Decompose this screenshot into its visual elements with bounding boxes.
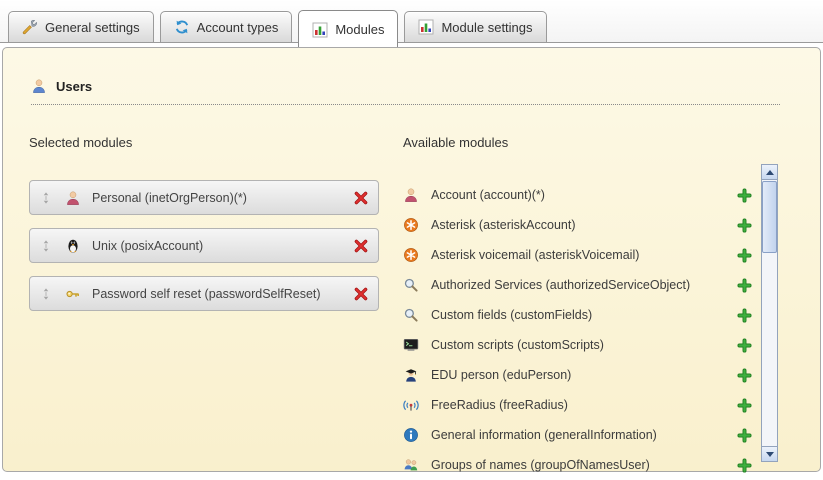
- drag-handle-icon[interactable]: [39, 287, 53, 301]
- scrollbar[interactable]: [761, 164, 778, 462]
- selected-module-row[interactable]: Password self reset (passwordSelfReset): [29, 276, 379, 311]
- module-label: Personal (inetOrgPerson)(*): [92, 191, 353, 205]
- add-icon[interactable]: [737, 218, 752, 233]
- available-module-row: EDU person (eduPerson): [403, 360, 752, 390]
- add-icon[interactable]: [737, 338, 752, 353]
- drag-handle-icon[interactable]: [39, 239, 53, 253]
- selected-module-row[interactable]: Personal (inetOrgPerson)(*): [29, 180, 379, 215]
- add-icon[interactable]: [737, 278, 752, 293]
- tools-icon: [22, 19, 38, 35]
- available-module-row: Asterisk (asteriskAccount): [403, 210, 752, 240]
- page: General settings Account types Modules M…: [0, 0, 823, 474]
- available-module-row: Custom fields (customFields): [403, 300, 752, 330]
- asterisk-icon: [403, 247, 419, 263]
- selected-modules-column: Selected modules Personal (inetOrgPerson…: [29, 119, 379, 480]
- magnifier-icon: [403, 277, 419, 293]
- tab[interactable]: General settings: [8, 11, 154, 42]
- key-icon: [65, 286, 81, 302]
- module-label: Authorized Services (authorizedServiceOb…: [431, 278, 737, 292]
- tab-divider: [0, 42, 823, 43]
- tab-bar: General settings Account types Modules M…: [0, 0, 823, 42]
- available-module-row: FreeRadius (freeRadius): [403, 390, 752, 420]
- available-modules-heading: Available modules: [403, 135, 794, 150]
- selected-module-row[interactable]: Unix (posixAccount): [29, 228, 379, 263]
- module-label: Asterisk (asteriskAccount): [431, 218, 737, 232]
- available-modules-list: Account (account)(*) Asterisk (asteriskA…: [403, 180, 794, 480]
- module-label: Account (account)(*): [431, 188, 737, 202]
- account-type-header: Users: [31, 78, 780, 105]
- sync-icon: [174, 19, 190, 35]
- add-icon[interactable]: [737, 188, 752, 203]
- module-label: Asterisk voicemail (asteriskVoicemail): [431, 248, 737, 262]
- delete-icon[interactable]: [353, 238, 369, 254]
- module-label: Unix (posixAccount): [92, 239, 353, 253]
- delete-icon[interactable]: [353, 190, 369, 206]
- add-icon[interactable]: [737, 458, 752, 473]
- add-icon[interactable]: [737, 248, 752, 263]
- asterisk-icon: [403, 217, 419, 233]
- add-icon[interactable]: [737, 398, 752, 413]
- content-panel: Users Selected modules Personal (inetOrg…: [2, 47, 821, 472]
- tab-label: Module settings: [441, 20, 532, 35]
- module-label: General information (generalInformation): [431, 428, 737, 442]
- user-blue-icon: [31, 78, 47, 94]
- module-label: EDU person (eduPerson): [431, 368, 737, 382]
- add-icon[interactable]: [737, 368, 752, 383]
- arrow-down-icon: [766, 452, 774, 457]
- module-label: Custom fields (customFields): [431, 308, 737, 322]
- group-icon: [403, 457, 419, 473]
- scrollbar-track[interactable]: [762, 180, 777, 446]
- module-columns: Selected modules Personal (inetOrgPerson…: [29, 119, 794, 480]
- module-label: Custom scripts (customScripts): [431, 338, 737, 352]
- magnifier-icon: [403, 307, 419, 323]
- arrow-up-icon: [766, 170, 774, 175]
- chart-icon: [418, 19, 434, 35]
- panel-content: Users Selected modules Personal (inetOrg…: [3, 78, 820, 480]
- scroll-up-button[interactable]: [762, 165, 777, 180]
- section-title: Users: [56, 79, 92, 94]
- tab[interactable]: Modules: [298, 10, 398, 48]
- module-label: Password self reset (passwordSelfReset): [92, 287, 353, 301]
- tux-icon: [65, 238, 81, 254]
- selected-modules-list: Personal (inetOrgPerson)(*) Unix (posixA…: [29, 180, 379, 311]
- scrollbar-thumb[interactable]: [762, 181, 777, 253]
- delete-icon[interactable]: [353, 286, 369, 302]
- chart-icon: [312, 22, 328, 38]
- available-modules-column: Available modules Account (account)(*) A…: [403, 119, 794, 480]
- available-module-row: Account (account)(*): [403, 180, 752, 210]
- tab-label: Account types: [197, 20, 279, 35]
- selected-modules-heading: Selected modules: [29, 135, 379, 150]
- scroll-down-button[interactable]: [762, 446, 777, 461]
- available-module-row: General information (generalInformation): [403, 420, 752, 450]
- antenna-icon: [403, 397, 419, 413]
- terminal-icon: [403, 337, 419, 353]
- tab-label: Modules: [335, 22, 384, 37]
- tab[interactable]: Account types: [160, 11, 293, 42]
- drag-handle-icon[interactable]: [39, 191, 53, 205]
- add-icon[interactable]: [737, 428, 752, 443]
- module-label: FreeRadius (freeRadius): [431, 398, 737, 412]
- user-red-icon: [65, 190, 81, 206]
- add-icon[interactable]: [737, 308, 752, 323]
- user-red-icon: [403, 187, 419, 203]
- info-icon: [403, 427, 419, 443]
- available-module-row: Groups of names (groupOfNamesUser): [403, 450, 752, 480]
- tab-label: General settings: [45, 20, 140, 35]
- tab[interactable]: Module settings: [404, 11, 546, 42]
- available-module-row: Asterisk voicemail (asteriskVoicemail): [403, 240, 752, 270]
- graduate-icon: [403, 367, 419, 383]
- module-label: Groups of names (groupOfNamesUser): [431, 458, 737, 472]
- available-module-row: Custom scripts (customScripts): [403, 330, 752, 360]
- available-module-row: Authorized Services (authorizedServiceOb…: [403, 270, 752, 300]
